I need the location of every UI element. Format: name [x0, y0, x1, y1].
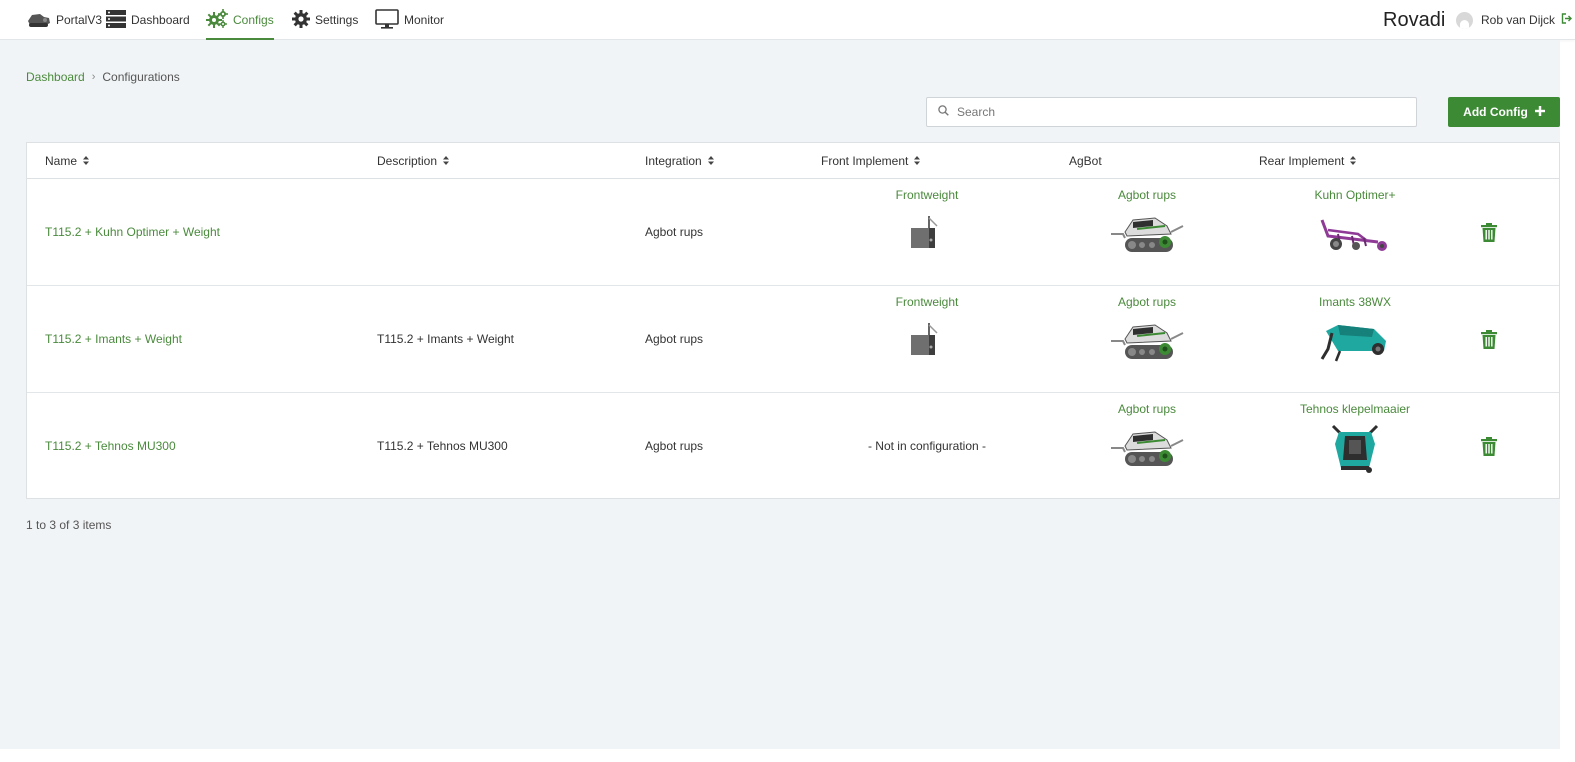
- nav-portal[interactable]: PortalV3: [26, 0, 102, 40]
- config-name-link[interactable]: T115.2 + Imants + Weight: [45, 286, 182, 392]
- rear-implement-label: Tehnos klepelmaaier: [1299, 402, 1411, 416]
- nav-dashboard-label: Dashboard: [131, 13, 190, 27]
- config-integration: Agbot rups: [645, 332, 704, 346]
- user-menu[interactable]: Rob van Dijck: [1456, 0, 1573, 40]
- agbot-tracked-icon: [1107, 423, 1187, 473]
- kuhn-optimer-icon: [1315, 209, 1395, 259]
- tehnos-flail-mower-icon: [1315, 419, 1395, 477]
- nav-configs[interactable]: Configs: [206, 0, 274, 40]
- frontweight-icon: [887, 316, 967, 366]
- column-label: Integration: [645, 153, 702, 168]
- rear-implement-cell: Imants 38WX: [1275, 286, 1435, 392]
- column-label: Front Implement: [821, 153, 909, 168]
- column-header-rear-implement[interactable]: Rear Implement: [1259, 143, 1357, 178]
- config-description: T115.2 + Imants + Weight: [377, 332, 514, 346]
- table-row[interactable]: T115.2 + Imants + Weight T115.2 + Imants…: [27, 286, 1559, 393]
- column-header-description[interactable]: Description: [377, 143, 450, 178]
- search-input[interactable]: [957, 105, 1397, 119]
- pager-summary: 1 to 3 of 3 items: [26, 518, 112, 532]
- column-label: Description: [377, 153, 438, 168]
- breadcrumb-separator: ›: [91, 71, 96, 83]
- sign-out-icon[interactable]: [1561, 13, 1573, 27]
- nav-portal-label: PortalV3: [56, 13, 103, 27]
- agbot-cell: Agbot rups: [1067, 393, 1227, 499]
- nav-configs-label: Configs: [233, 13, 274, 27]
- column-header-agbot: AgBot: [1069, 143, 1102, 178]
- app-root: PortalV3 Dashboard Configs Settings Moni…: [0, 0, 1575, 762]
- agbot-label: Agbot rups: [1117, 188, 1177, 202]
- front-implement-label: Frontweight: [895, 188, 959, 202]
- sort-icon: [707, 154, 714, 168]
- config-integration: Agbot rups: [645, 225, 704, 239]
- front-implement-cell: Frontweight: [847, 286, 1007, 392]
- delete-trash-icon[interactable]: [1479, 221, 1499, 243]
- monitor-icon: [375, 8, 404, 32]
- agbot-cell: Agbot rups: [1067, 286, 1227, 392]
- sort-icon: [1350, 154, 1357, 168]
- config-name-link[interactable]: T115.2 + Tehnos MU300: [45, 393, 176, 499]
- agbot-tracked-icon: [1107, 316, 1187, 366]
- column-label: Rear Implement: [1259, 153, 1345, 168]
- top-navigation-bar: PortalV3 Dashboard Configs Settings Moni…: [0, 0, 1575, 40]
- delete-trash-icon[interactable]: [1479, 328, 1499, 350]
- config-description: T115.2 + Tehnos MU300: [377, 439, 508, 453]
- search-icon: [938, 105, 949, 119]
- delete-trash-icon[interactable]: [1479, 435, 1499, 457]
- user-name: Rob van Dijck: [1481, 13, 1556, 27]
- table-header: Name Description Integration Front Imple…: [27, 143, 1559, 179]
- agbot-label: Agbot rups: [1117, 402, 1177, 416]
- plus-icon: [1528, 105, 1545, 119]
- column-header-front-implement[interactable]: Front Implement: [821, 143, 921, 178]
- gear-icon: [292, 9, 315, 31]
- portal-logo-icon: [26, 10, 56, 31]
- nav-dashboard[interactable]: Dashboard: [106, 0, 190, 40]
- nav-settings[interactable]: Settings: [292, 0, 358, 40]
- breadcrumb-dashboard-link[interactable]: Dashboard: [26, 70, 85, 84]
- search-box: [926, 97, 1417, 127]
- rear-implement-cell: Kuhn Optimer+: [1275, 179, 1435, 285]
- add-config-label: Add Config: [1463, 105, 1528, 119]
- sort-icon: [83, 154, 90, 168]
- rear-implement-label: Kuhn Optimer+: [1314, 188, 1396, 202]
- front-implement-cell: Frontweight: [847, 179, 1007, 285]
- brand-name: Rovadi: [1383, 8, 1446, 31]
- front-implement-cell: - Not in configuration -: [847, 393, 1007, 499]
- agbot-tracked-icon: [1107, 209, 1187, 259]
- config-integration: Agbot rups: [645, 439, 704, 453]
- avatar: [1456, 11, 1473, 29]
- table-row[interactable]: T115.2 + Kuhn Optimer + Weight Agbot rup…: [27, 179, 1559, 286]
- column-label: Name: [45, 153, 78, 168]
- dashboard-server-icon: [106, 9, 131, 31]
- breadcrumb: Dashboard › Configurations: [26, 70, 180, 84]
- rear-implement-cell: Tehnos klepelmaaier: [1275, 393, 1435, 499]
- configurations-table: Name Description Integration Front Imple…: [26, 142, 1560, 499]
- add-config-button[interactable]: Add Config: [1448, 97, 1560, 127]
- nav-monitor[interactable]: Monitor: [375, 0, 444, 40]
- nav-monitor-label: Monitor: [404, 13, 445, 27]
- imants-spader-icon: [1315, 316, 1395, 366]
- cogs-icon: [206, 8, 233, 32]
- agbot-label: Agbot rups: [1117, 295, 1177, 309]
- config-name-link[interactable]: T115.2 + Kuhn Optimer + Weight: [45, 179, 220, 285]
- sort-icon: [443, 154, 450, 168]
- rear-implement-label: Imants 38WX: [1318, 295, 1392, 309]
- agbot-cell: Agbot rups: [1067, 179, 1227, 285]
- sort-icon: [914, 154, 921, 168]
- breadcrumb-current: Configurations: [102, 70, 180, 84]
- column-label: AgBot: [1069, 153, 1102, 168]
- not-in-configuration-text: - Not in configuration -: [867, 439, 987, 453]
- column-header-integration[interactable]: Integration: [645, 143, 714, 178]
- main-content: Dashboard › Configurations Add Config: [0, 40, 1560, 749]
- table-row[interactable]: T115.2 + Tehnos MU300 T115.2 + Tehnos MU…: [27, 393, 1559, 500]
- nav-settings-label: Settings: [315, 13, 359, 27]
- front-implement-label: Frontweight: [895, 295, 959, 309]
- frontweight-icon: [887, 209, 967, 259]
- column-header-name[interactable]: Name: [45, 143, 90, 178]
